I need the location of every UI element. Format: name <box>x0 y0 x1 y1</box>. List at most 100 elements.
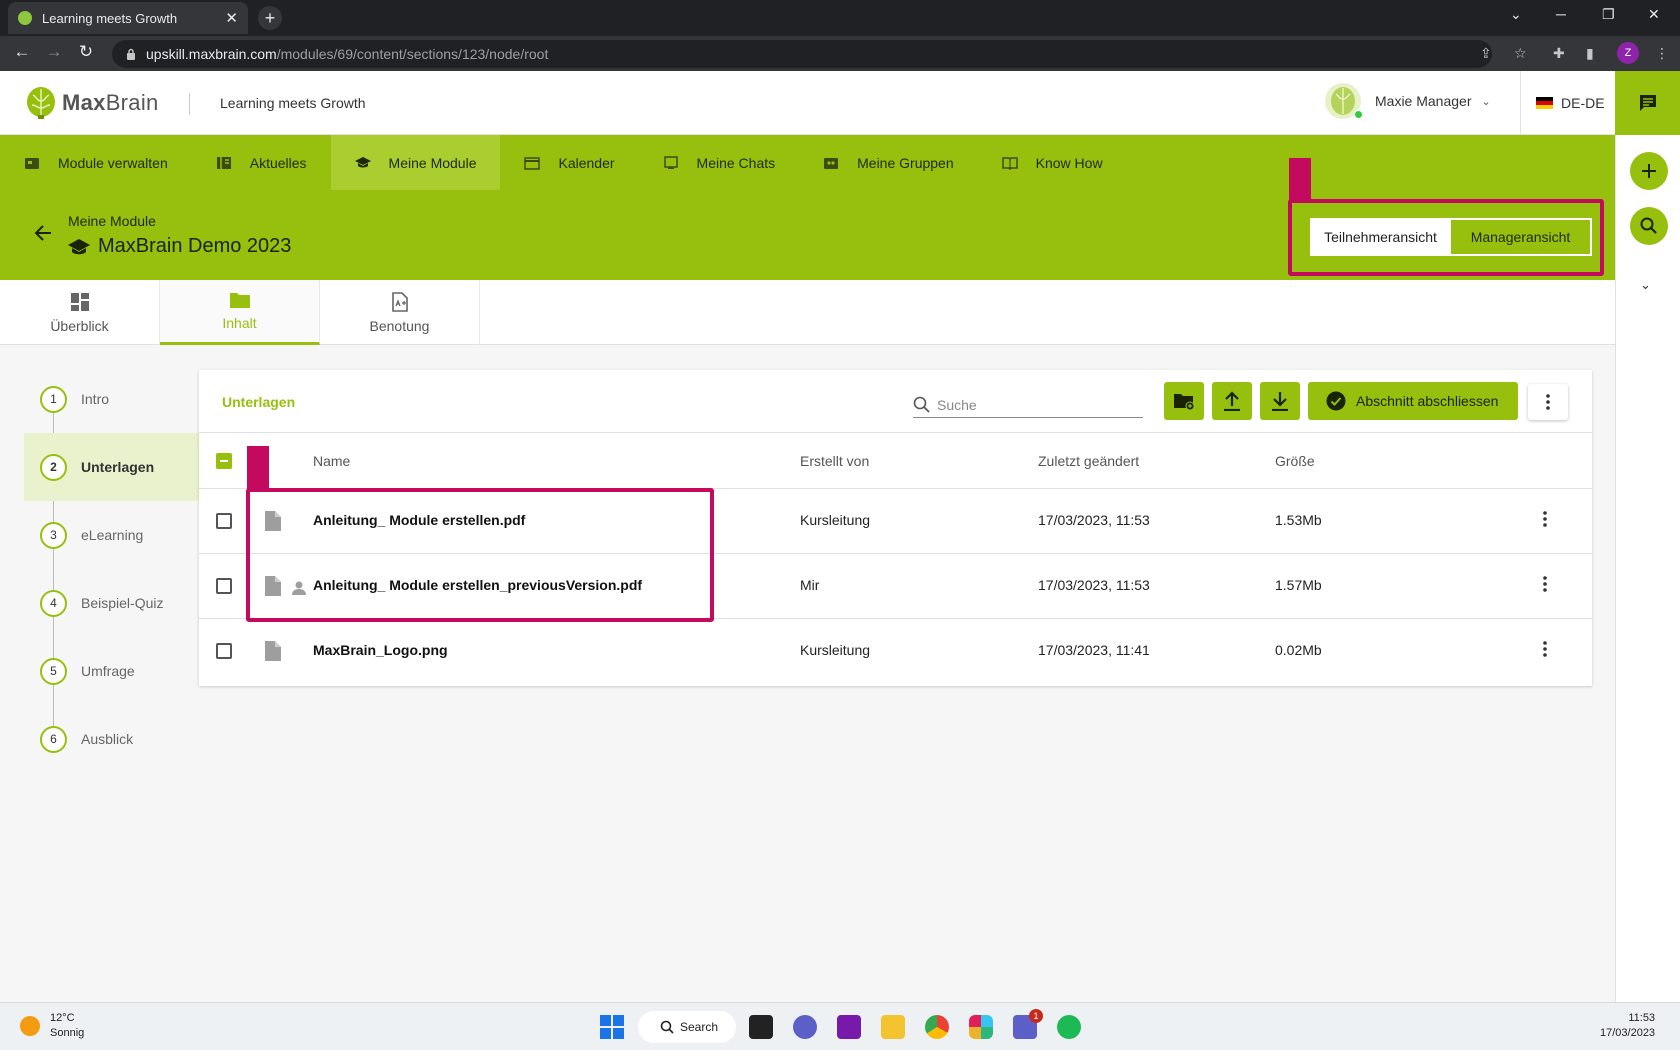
tab-content[interactable]: Inhalt <box>160 280 320 345</box>
file-created-by: Mir <box>800 577 820 593</box>
breadcrumb[interactable]: Meine Module <box>68 213 156 229</box>
nav-item-meine-chats[interactable]: Meine Chats <box>639 135 800 190</box>
nav-item-know-how[interactable]: Know How <box>978 135 1127 190</box>
tab-overview[interactable]: Überblick <box>0 280 160 345</box>
user-menu[interactable]: Maxie Manager ⌄ <box>1325 83 1491 119</box>
browser-tab[interactable]: Learning meets Growth ✕ <box>8 2 248 34</box>
file-name[interactable]: MaxBrain_Logo.png <box>313 642 448 658</box>
row-checkbox[interactable] <box>216 578 232 594</box>
search-placeholder: Suche <box>937 396 977 413</box>
global-search-button[interactable] <box>1630 207 1668 245</box>
tab-grading[interactable]: Benotung <box>320 280 480 345</box>
nav-item-aktuelles[interactable]: Aktuelles <box>192 135 331 190</box>
right-rail: ⌄ <box>1615 135 1680 1002</box>
table-row[interactable]: MaxBrain_Logo.png Kursleitung 17/03/2023… <box>199 619 1592 684</box>
app-header: MaxBrain Learning meets Growth Maxie Man… <box>0 71 1615 135</box>
teams-icon[interactable]: 1 <box>1013 1009 1043 1039</box>
folder-icon <box>229 293 250 308</box>
complete-section-button[interactable]: Abschnitt abschliessen <box>1308 382 1518 420</box>
highlight-marker <box>247 446 269 492</box>
nav-item-module-verwalten[interactable]: Module verwalten <box>0 135 192 190</box>
language-label: DE-DE <box>1561 95 1605 111</box>
side-panel-icon[interactable]: ▮ <box>1586 45 1594 62</box>
task-view-icon[interactable] <box>749 1015 773 1039</box>
section-title: Unterlagen <box>222 394 296 410</box>
calendar-icon <box>524 156 541 170</box>
browser-menu-icon[interactable]: ⋮ <box>1655 45 1669 62</box>
step-label: Beispiel-Quiz <box>81 595 164 611</box>
step-ausblick[interactable]: 6 Ausblick <box>24 705 199 773</box>
onenote-icon[interactable] <box>837 1015 861 1039</box>
row-menu-icon[interactable] <box>1543 511 1547 527</box>
column-header-created-by[interactable]: Erstellt von <box>800 453 869 469</box>
select-all-checkbox[interactable] <box>216 453 232 469</box>
file-modified: 17/03/2023, 11:53 <box>1038 512 1150 528</box>
file-size: 1.57Mb <box>1275 577 1322 593</box>
nav-label: Aktuelles <box>249 154 307 171</box>
tab-search-icon[interactable]: ⌄ <box>1510 6 1522 23</box>
windows-start-icon[interactable] <box>600 1015 624 1039</box>
restore-icon[interactable]: ❐ <box>1602 6 1615 23</box>
row-menu-icon[interactable] <box>1543 576 1547 592</box>
file-modified: 17/03/2023, 11:53 <box>1038 577 1150 593</box>
logo-text-bold: Max <box>62 90 106 115</box>
teams-chat-icon[interactable] <box>793 1015 817 1039</box>
complete-section-label: Abschnitt abschliessen <box>1356 393 1499 409</box>
step-intro[interactable]: 1 Intro <box>24 365 199 433</box>
slack-icon[interactable] <box>969 1015 993 1039</box>
share-icon[interactable]: ⇪ <box>1480 45 1492 62</box>
weather-widget[interactable]: 12°C Sonnig <box>20 1011 84 1041</box>
download-button[interactable] <box>1260 382 1300 420</box>
brain-logo-icon <box>27 87 55 119</box>
step-beispiel-quiz[interactable]: 4 Beispiel-Quiz <box>24 569 199 637</box>
row-menu-icon[interactable] <box>1543 641 1547 657</box>
search-input[interactable]: Suche <box>913 392 1143 418</box>
column-header-modified[interactable]: Zuletzt geändert <box>1038 453 1139 469</box>
column-header-size[interactable]: Größe <box>1275 453 1315 469</box>
module-manage-icon <box>25 157 39 169</box>
step-umfrage[interactable]: 5 Umfrage <box>24 637 199 705</box>
bookmark-star-icon[interactable]: ☆ <box>1514 45 1527 62</box>
graduation-cap-icon <box>68 238 90 254</box>
taskbar-search[interactable]: Search <box>638 1011 736 1043</box>
news-icon <box>216 156 231 169</box>
new-folder-button[interactable] <box>1164 382 1204 420</box>
upload-button[interactable] <box>1212 382 1252 420</box>
maxbrain-logo[interactable]: MaxBrain <box>26 86 159 120</box>
file-explorer-icon[interactable] <box>881 1015 905 1039</box>
nav-item-meine-module[interactable]: Meine Module <box>330 135 501 190</box>
nav-item-meine-gruppen[interactable]: Meine Gruppen <box>799 135 978 190</box>
new-tab-button[interactable]: + <box>258 6 282 30</box>
download-icon <box>1272 392 1288 411</box>
language-selector[interactable]: DE-DE <box>1536 95 1605 111</box>
step-elearning[interactable]: 3 eLearning <box>24 501 199 569</box>
window-close-icon[interactable]: ✕ <box>1648 6 1660 23</box>
row-checkbox[interactable] <box>216 643 232 659</box>
graduation-cap-icon <box>354 156 371 167</box>
tab-close-icon[interactable]: ✕ <box>225 9 238 27</box>
spotify-icon[interactable] <box>1057 1015 1081 1039</box>
extensions-icon[interactable]: ✚ <box>1553 45 1565 62</box>
minimize-icon[interactable]: ─ <box>1556 6 1566 22</box>
step-label: Ausblick <box>81 731 134 747</box>
forward-icon[interactable]: → <box>42 42 66 62</box>
back-icon[interactable]: ← <box>10 42 34 62</box>
chat-panel-button[interactable] <box>1615 71 1680 135</box>
tab-label: Inhalt <box>222 315 257 331</box>
arrow-left-icon <box>34 225 51 241</box>
more-options-button[interactable] <box>1528 384 1568 420</box>
nav-item-kalender[interactable]: Kalender <box>500 135 638 190</box>
chevron-down-icon[interactable]: ⌄ <box>1640 277 1651 293</box>
step-unterlagen[interactable]: 2 Unterlagen <box>24 433 199 501</box>
german-flag-icon <box>1536 97 1553 109</box>
add-button[interactable] <box>1630 152 1668 190</box>
reload-icon[interactable]: ↻ <box>74 42 98 62</box>
back-button[interactable] <box>34 224 52 242</box>
system-clock[interactable]: 11:53 17/03/2023 <box>1600 1011 1655 1041</box>
address-bar[interactable]: upskill.maxbrain.com/modules/69/content/… <box>112 40 1492 68</box>
chrome-icon[interactable] <box>925 1015 949 1039</box>
row-checkbox[interactable] <box>216 513 232 529</box>
column-header-name[interactable]: Name <box>313 453 350 469</box>
step-number: 3 <box>40 521 67 549</box>
profile-avatar[interactable]: Z <box>1617 42 1639 64</box>
